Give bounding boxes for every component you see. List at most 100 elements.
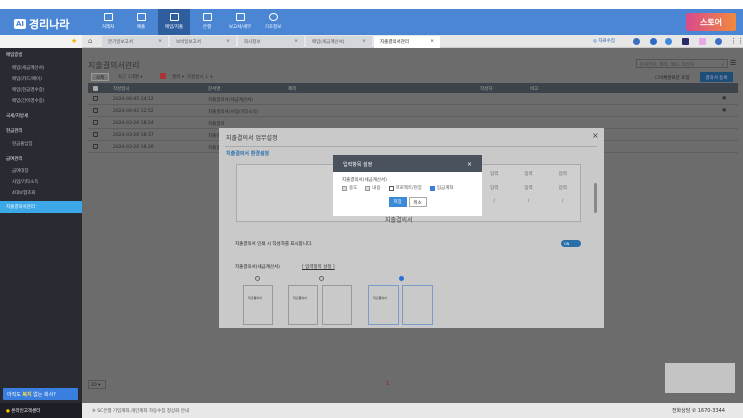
tab[interactable]: 보비일보고서 × xyxy=(170,36,236,48)
row-checkbox[interactable] xyxy=(93,132,98,137)
tab[interactable]: 회사정보 × xyxy=(238,36,304,48)
logo[interactable]: AI 경리나라 xyxy=(14,16,70,32)
scrollbar[interactable] xyxy=(594,183,597,213)
close-icon[interactable]: × xyxy=(362,39,366,45)
select-all-checkbox[interactable] xyxy=(93,85,98,91)
section-title: 지출결의서 환경설정 xyxy=(226,151,270,157)
divider xyxy=(225,146,597,147)
nav-reports[interactable]: 보고서/세무 xyxy=(224,9,256,35)
layout-radio-selected[interactable] xyxy=(399,276,404,281)
store-button[interactable]: 스토어 xyxy=(686,13,736,31)
sidebar-item[interactable]: 급여대장 xyxy=(12,168,29,174)
toggle-label: 지출결의서 인쇄 시 작성자를 표시합니다. xyxy=(235,242,313,247)
welfare-banner[interactable]: 아직도 복지 없는 회사? xyxy=(3,388,78,400)
sidebar-item[interactable]: 현금출납장 xyxy=(12,141,33,147)
notice-ticker[interactable]: ※ SC은행 기업계좌,개인계좌 자동수집 정상화 안내 xyxy=(92,409,189,414)
app-icon[interactable] xyxy=(682,38,689,45)
layout-preview[interactable]: 지출결의서 xyxy=(368,285,399,325)
layout-preview[interactable] xyxy=(322,285,352,325)
app-icon[interactable] xyxy=(699,38,706,45)
bell-icon[interactable] xyxy=(650,38,657,45)
option-purpose: 용도 xyxy=(342,185,357,191)
chat-icon[interactable] xyxy=(633,38,640,45)
input-items-link[interactable]: [ 입력항목 설정 ] xyxy=(302,264,335,270)
unit-select[interactable]: 월위 ▾ xyxy=(172,74,184,80)
sidebar-item[interactable]: 사업/기타소득 xyxy=(12,179,38,185)
tab[interactable]: 분기일보고서 × xyxy=(102,36,168,48)
option-deposit-account[interactable]: 입금계좌 xyxy=(429,185,453,191)
row-checkbox[interactable] xyxy=(93,144,98,149)
report-icon xyxy=(235,13,245,21)
sidebar-top xyxy=(0,35,82,48)
table-row[interactable]: 2024-04-05 14:12 지출결의서(세금계산서) ▣ xyxy=(88,93,738,105)
help-center[interactable]: ● 온라인고객센터 xyxy=(0,403,82,418)
grid-menu-icon[interactable]: ⋮⋮ xyxy=(730,37,743,45)
memo-icon[interactable]: ▣ xyxy=(722,96,726,101)
sort-select[interactable]: 작성일시 ↓ ▾ xyxy=(187,74,212,80)
layout-preview[interactable] xyxy=(402,285,433,325)
page-size-select[interactable]: 20 ▾ xyxy=(88,380,106,389)
close-icon[interactable]: × xyxy=(430,39,434,45)
layout-radio[interactable] xyxy=(319,276,324,281)
memo-icon[interactable]: ▣ xyxy=(722,108,726,113)
include-checkbox[interactable]: ☐이체완료분 포함 xyxy=(655,75,689,81)
period-select[interactable]: 최근 1개월 ▾ xyxy=(118,74,143,80)
invoice-icon xyxy=(136,13,146,21)
sidebar-item[interactable]: 매입(간이영수증) xyxy=(12,98,45,104)
invoice-icon xyxy=(169,13,179,21)
sidebar-item[interactable]: 매입(카드/페이) xyxy=(12,76,42,82)
save-button[interactable]: 저장 xyxy=(388,196,407,207)
layout-preview[interactable]: 지출결의서 xyxy=(243,285,273,325)
sidebar: 매입증빙 매입(세금계산서) 매입(카드/페이) 매입(현금영수증) 매입(간이… xyxy=(0,48,82,403)
sidebar-item[interactable]: 매입(세금계산서) xyxy=(12,65,45,71)
row-checkbox[interactable] xyxy=(93,96,98,101)
option-project[interactable]: 프로젝트/현장 xyxy=(388,185,422,191)
show-author-toggle[interactable]: ON xyxy=(561,240,581,247)
page-title: 지출결의서관리 xyxy=(88,61,140,70)
search-icon[interactable]: ⌕ xyxy=(721,62,724,68)
nav-clients[interactable]: 거래처 xyxy=(92,9,124,35)
sidebar-item[interactable]: 4대보험조회 xyxy=(12,190,36,196)
sidebar-group[interactable]: 국세/지방세 xyxy=(6,113,28,119)
cancel-button[interactable]: 취소 xyxy=(408,196,427,207)
search-input[interactable]: 문서번호, 제목, 메모, 작성자 ⌕ xyxy=(636,59,728,68)
register-button[interactable]: 결의서 등록 xyxy=(700,72,733,82)
nav-purchase[interactable]: 매입/지출 xyxy=(158,9,190,35)
dialog-header: 입력항목 설정 × xyxy=(333,155,482,172)
menu-icon[interactable]: ☰ xyxy=(730,59,736,67)
close-icon[interactable]: × xyxy=(226,39,230,45)
nav-sales[interactable]: 매출 xyxy=(125,9,157,35)
tab-active[interactable]: 지출결의서관리 × xyxy=(374,36,440,48)
option-content: 내용 xyxy=(365,185,381,191)
window-titlebar xyxy=(0,0,743,9)
message-icon[interactable] xyxy=(665,38,672,45)
tab[interactable]: 매입(세금계산서) × xyxy=(306,36,372,48)
status-bar: ※ SC은행 기업계좌,개인계좌 자동수집 정상화 안내 전화상담 ✆ 1670… xyxy=(82,403,743,418)
table-row[interactable]: 2024-04-02 12:52 지출결의서(사업/기타소득) ▣ xyxy=(88,105,738,117)
table-header: 작성일시 문서명 제목 작성자 비고 xyxy=(88,83,738,93)
sidebar-item[interactable]: 매입(현금영수증) xyxy=(12,87,45,93)
star-icon[interactable]: ★ xyxy=(71,37,77,45)
layout-preview[interactable]: 지출결의서 xyxy=(288,285,318,325)
calendar-icon[interactable] xyxy=(160,73,166,79)
bank-icon xyxy=(202,13,212,21)
p-icon[interactable] xyxy=(715,38,722,45)
input-items-dialog: 입력항목 설정 × 지출결의서(세금계산서) 용도 내용 프로젝트/현장 입금계좌 저장… xyxy=(333,155,482,216)
close-icon[interactable]: × xyxy=(592,131,599,140)
building-icon xyxy=(103,13,113,21)
top-header: AI 경리나라 거래처 매출 매입/지출 은행 보고서/세무 기초정보 스토어 xyxy=(0,9,743,35)
delete-button[interactable]: 삭제 xyxy=(91,73,109,81)
nav-bank[interactable]: 은행 xyxy=(191,9,223,35)
nav-basic-info[interactable]: 기초정보 xyxy=(257,9,289,35)
row-checkbox[interactable] xyxy=(93,120,98,125)
auto-collect-button[interactable]: ◎ 자료수집 xyxy=(593,38,615,44)
page-number[interactable]: 1 xyxy=(386,381,389,387)
close-icon[interactable]: × xyxy=(158,39,162,45)
close-icon[interactable]: × xyxy=(294,39,298,45)
sidebar-item-active[interactable]: 지출결의서관리 xyxy=(0,201,82,213)
row-checkbox[interactable] xyxy=(93,108,98,113)
layout-radio[interactable] xyxy=(255,276,260,281)
close-icon[interactable]: × xyxy=(467,161,472,168)
home-icon[interactable]: ⌂ xyxy=(88,37,92,45)
tab-bar: ★ ⌂ 분기일보고서 × 보비일보고서 × 회사정보 × 매입(세금계산서) × 지출결… xyxy=(71,35,743,48)
